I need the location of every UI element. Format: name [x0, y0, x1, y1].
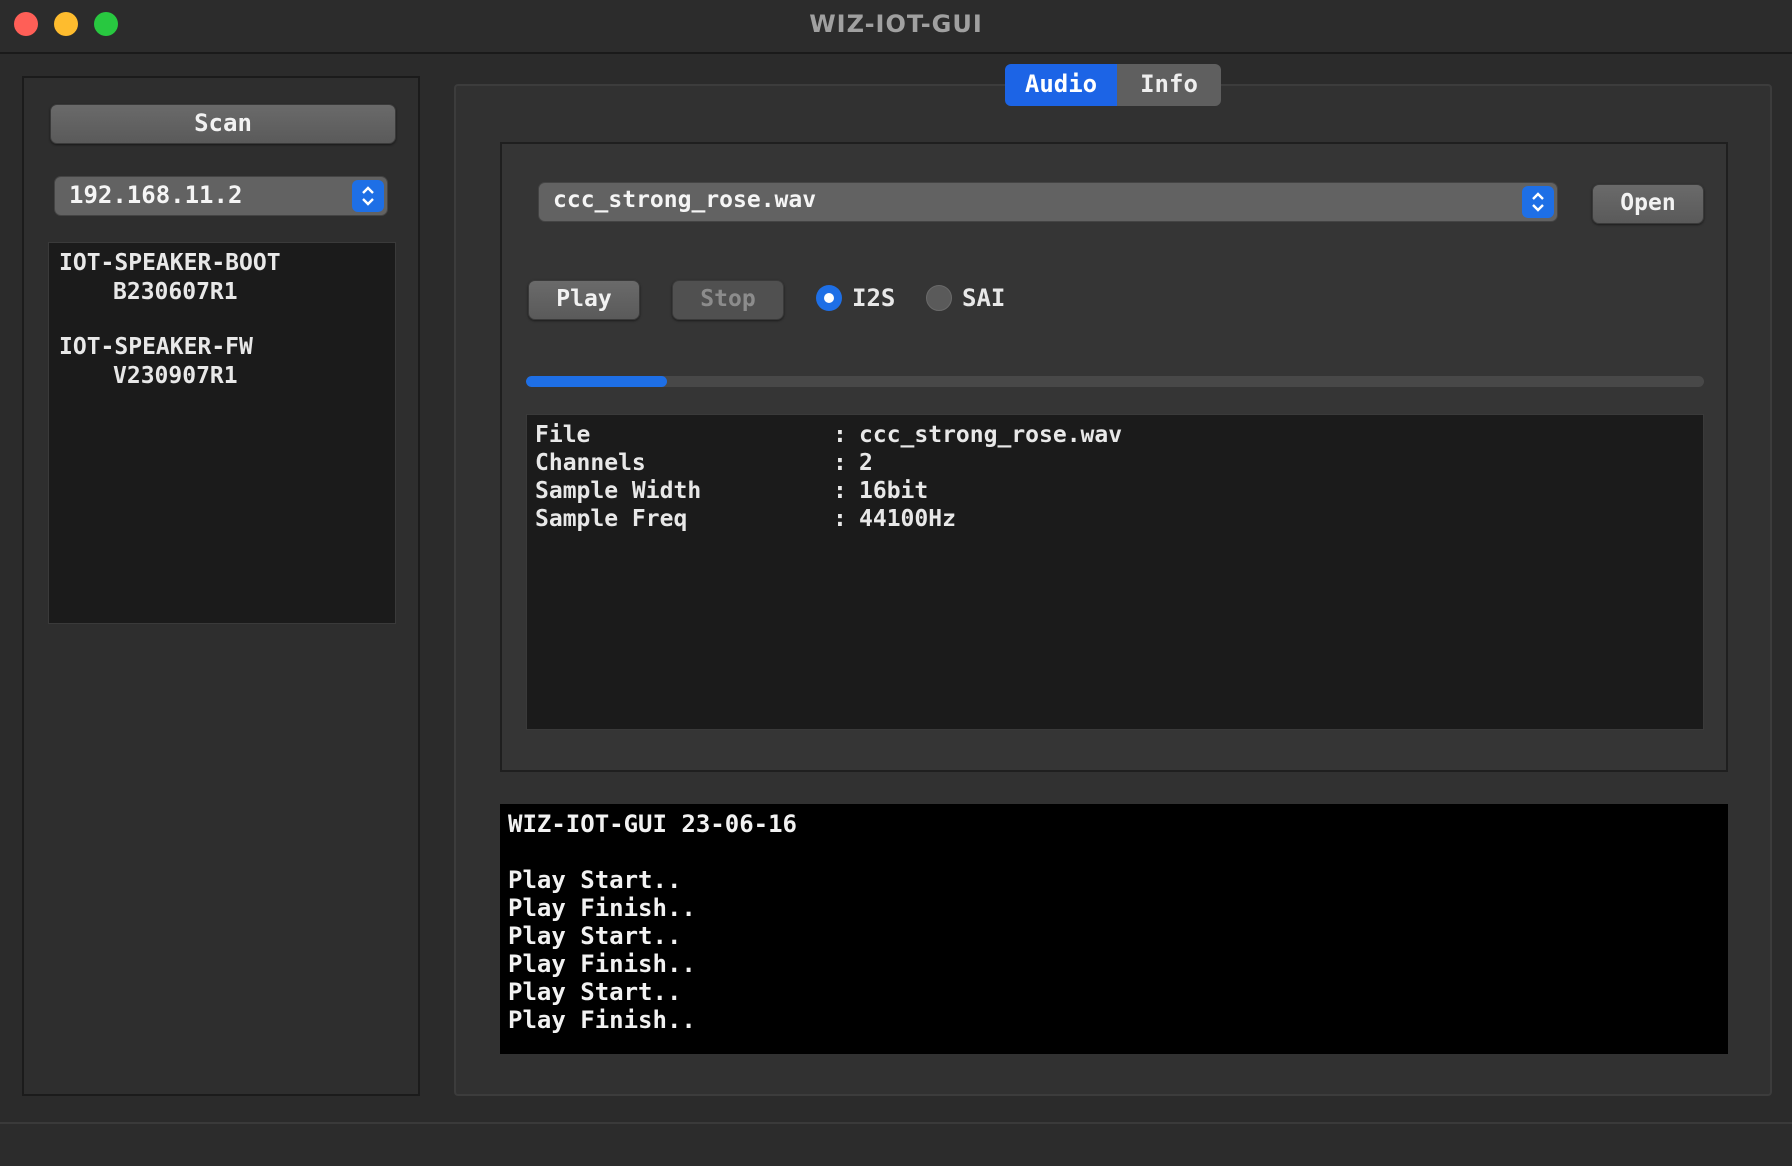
play-button[interactable]: Play — [528, 280, 640, 320]
info-value: 2 — [859, 450, 873, 476]
log-line: Play Finish.. — [508, 894, 696, 922]
info-separator: : — [833, 422, 847, 448]
status-bar — [0, 1122, 1792, 1166]
title-bar: WIZ-IOT-GUI — [0, 0, 1792, 54]
info-key: Channels — [535, 450, 646, 476]
radio-unselected-icon — [926, 285, 952, 311]
device-name: IOT-SPEAKER-FW — [59, 334, 253, 360]
info-key: Sample Freq — [535, 506, 688, 532]
ip-address-select[interactable]: 192.168.11.2 — [54, 176, 388, 216]
info-row: File : ccc_strong_rose.wav — [535, 421, 1695, 449]
info-separator: : — [833, 478, 847, 504]
info-value: 44100Hz — [859, 506, 956, 532]
device-version: B230607R1 — [113, 279, 238, 305]
info-value: ccc_strong_rose.wav — [859, 422, 1123, 448]
window-title: WIZ-IOT-GUI — [809, 10, 983, 38]
tab-audio[interactable]: Audio — [1005, 64, 1117, 106]
up-down-chevron-icon — [352, 180, 384, 212]
log-header: WIZ-IOT-GUI 23-06-16 — [508, 810, 797, 838]
open-button[interactable]: Open — [1592, 184, 1704, 224]
tab-info[interactable]: Info — [1117, 64, 1221, 106]
audio-file-select[interactable]: ccc_strong_rose.wav — [538, 182, 1558, 222]
up-down-chevron-icon — [1522, 186, 1554, 218]
list-item[interactable]: IOT-SPEAKER-BOOT B230607R1 — [59, 249, 385, 307]
device-name: IOT-SPEAKER-BOOT — [59, 250, 281, 276]
log-line: Play Finish.. — [508, 1006, 696, 1034]
scan-button[interactable]: Scan — [50, 104, 396, 144]
device-version: V230907R1 — [113, 363, 238, 389]
info-separator: : — [833, 450, 847, 476]
progress-fill — [526, 376, 668, 387]
i2s-radio-label: I2S — [852, 284, 896, 312]
info-key: File — [535, 422, 591, 448]
playback-progress-bar — [526, 376, 1704, 387]
sai-radio-label: SAI — [962, 284, 1006, 312]
log-line: Play Finish.. — [508, 950, 696, 978]
audio-group: ccc_strong_rose.wav Open Play Stop I2S S… — [500, 142, 1728, 772]
stop-button[interactable]: Stop — [672, 280, 784, 320]
radio-selected-icon — [816, 285, 842, 311]
device-panel: Scan 192.168.11.2 IOT-SPEAKER-BOOT B2306… — [22, 76, 420, 1096]
main-panel: ccc_strong_rose.wav Open Play Stop I2S S… — [454, 84, 1772, 1096]
info-key: Sample Width — [535, 478, 702, 504]
log-line: Play Start.. — [508, 866, 682, 894]
log-console[interactable]: WIZ-IOT-GUI 23-06-16 Play Start.. Play F… — [500, 804, 1728, 1054]
list-item[interactable]: IOT-SPEAKER-FW V230907R1 — [59, 333, 385, 391]
audio-info-box: File : ccc_strong_rose.wav Channels : 2 … — [526, 414, 1704, 730]
log-line: Play Start.. — [508, 922, 682, 950]
ip-address-value: 192.168.11.2 — [69, 181, 243, 209]
sai-radio[interactable]: SAI — [926, 284, 1005, 312]
audio-file-value: ccc_strong_rose.wav — [553, 187, 817, 213]
info-row: Sample Freq : 44100Hz — [535, 505, 1695, 533]
info-value: 16bit — [859, 478, 929, 504]
info-row: Channels : 2 — [535, 449, 1695, 477]
i2s-radio[interactable]: I2S — [816, 284, 895, 312]
info-separator: : — [833, 506, 847, 532]
tab-bar: Audio Info — [1005, 64, 1221, 106]
info-row: Sample Width : 16bit — [535, 477, 1695, 505]
log-line: Play Start.. — [508, 978, 682, 1006]
device-list[interactable]: IOT-SPEAKER-BOOT B230607R1 IOT-SPEAKER-F… — [48, 242, 396, 624]
